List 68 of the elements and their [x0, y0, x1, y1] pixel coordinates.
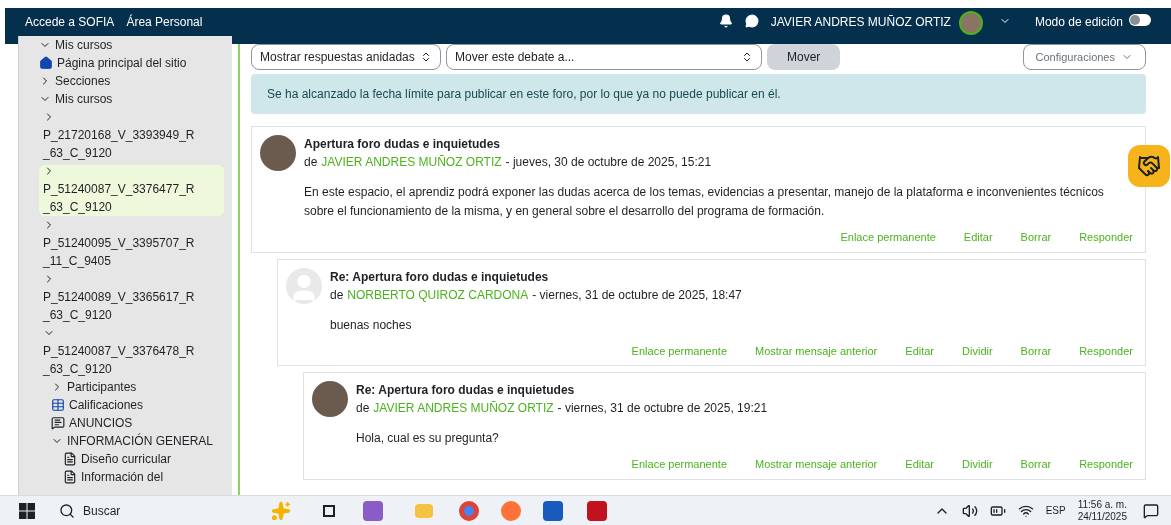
nav-link[interactable]: Mis cursos	[55, 90, 113, 108]
nav-link[interactable]: Calificaciones	[69, 396, 144, 414]
course-name[interactable]: P_51240087_V_3376477_R_63_C_9120	[43, 180, 195, 216]
post-date: - viernes, 31 de octubre de 2025, 18:47	[532, 286, 742, 304]
nav-link[interactable]: Información del	[81, 468, 164, 486]
handshake-icon[interactable]	[1137, 154, 1161, 178]
move-discussion-select[interactable]: Mover este debate a...	[446, 44, 762, 70]
edit-mode-label: Modo de edición	[1034, 14, 1123, 31]
byline-text: de	[356, 400, 370, 417]
course-item[interactable]: P_51240095_V_3395707_R_11_C_9405	[39, 219, 224, 270]
nav-menu-link[interactable]: Área Personal	[126, 13, 203, 31]
forum-icon	[51, 416, 65, 430]
display-mode-select[interactable]: Mostrar respuestas anidadas	[251, 44, 441, 70]
course-item[interactable]: P_51240087_V_3376477_R_63_C_9120	[39, 165, 224, 216]
course-name[interactable]: P_21720168_V_3393949_R_63_C_9120	[43, 126, 195, 162]
post-date: - viernes, 31 de octubre de 2025, 19:21	[557, 400, 768, 417]
post-title: Re: Apertura foro dudas e inquietudes	[330, 268, 550, 286]
home-icon	[39, 56, 53, 70]
post-title: Re: Apertura foro dudas e inquietudes	[356, 382, 576, 399]
messages-icon[interactable]	[744, 14, 759, 28]
browser-icon[interactable]	[459, 500, 479, 521]
language-indicator[interactable]: ESP	[1045, 503, 1066, 518]
word-icon[interactable]	[543, 500, 563, 521]
windows-start-icon[interactable]	[19, 502, 35, 519]
post-date: - jueves, 30 de octubre de 2025, 15:21	[505, 154, 712, 171]
move-button[interactable]: Mover	[767, 44, 841, 70]
deadline-alert: Se ha alcanzado la fecha límite para publicar en este foro, por lo que ya no puede publicar en él.	[251, 74, 1146, 114]
pdf-icon[interactable]	[587, 500, 607, 521]
speaker-icon[interactable]	[961, 502, 978, 519]
select-arrows-icon[interactable]	[420, 51, 432, 63]
nav-link[interactable]: Participantes	[67, 378, 137, 396]
nav-link[interactable]: Secciones	[55, 72, 111, 90]
nav-link[interactable]: Página principal del sitio	[57, 54, 187, 72]
byline-text: de	[330, 286, 344, 304]
byline-text: de	[304, 154, 318, 171]
settings-dropdown[interactable]: Configuraciones	[1022, 44, 1146, 70]
nav-link[interactable]: ANUNCIOS	[69, 414, 133, 432]
post-body: Hola, cual es su pregunta?	[356, 430, 500, 447]
course-item[interactable]: P_51240089_V_3365617_R_63_C_9120	[39, 273, 224, 324]
table-icon	[51, 398, 65, 412]
clock-time[interactable]: 11:56 a. m.	[1077, 498, 1127, 511]
app-icon[interactable]	[363, 500, 383, 521]
clock-date[interactable]: 24/11/2025	[1077, 510, 1127, 523]
taskbar-search-field[interactable]: Buscar	[55, 497, 295, 524]
page-icon	[63, 452, 77, 466]
user-avatar-photo-placeholder[interactable]	[958, 11, 983, 35]
nav-link[interactable]: Mis cursos	[55, 36, 113, 54]
nav-menu-link[interactable]: Accede a SOFIA	[25, 13, 115, 31]
notifications-icon[interactable]	[718, 14, 733, 28]
post-body: buenas noches	[330, 316, 413, 334]
course-name[interactable]: P_51240095_V_3395707_R_11_C_9405	[43, 234, 195, 270]
course-item[interactable]: P_51240087_V_3376478_R_63_C_9120	[39, 327, 224, 378]
post-title: Apertura foro dudas e inquietudes	[304, 136, 502, 153]
post-body: En este espacio, el aprendiz podrá exponer las dudas acerca de los temas, evidencias a presentar, manejo de la plataforma e inconvenientes técnicos sobre el funcionamiento de la misma, y en general sobre el desarrollo del programa de formación.	[304, 184, 1105, 220]
task-view-icon[interactable]	[323, 504, 335, 517]
select-arrows-icon[interactable]	[741, 51, 753, 63]
notifications-icon[interactable]	[1143, 502, 1159, 519]
page-icon	[63, 470, 77, 484]
search-placeholder[interactable]: Buscar	[83, 501, 121, 520]
course-name[interactable]: P_51240089_V_3365617_R_63_C_9120	[43, 288, 195, 324]
handshake-button[interactable]	[1128, 145, 1170, 187]
search-icon[interactable]	[59, 502, 75, 519]
course-item[interactable]: P_21720168_V_3393949_R_63_C_9120	[39, 111, 224, 162]
nav-link[interactable]: Diseño curricular	[81, 450, 172, 468]
course-name[interactable]: P_51240087_V_3376478_R_63_C_9120	[43, 342, 195, 378]
nav-link[interactable]: INFORMACIÓN GENERAL	[67, 432, 213, 450]
edit-mode-toggle[interactable]	[1129, 14, 1151, 26]
user-name[interactable]: JAVIER ANDRES MUÑOZ ORTIZ	[770, 13, 951, 31]
